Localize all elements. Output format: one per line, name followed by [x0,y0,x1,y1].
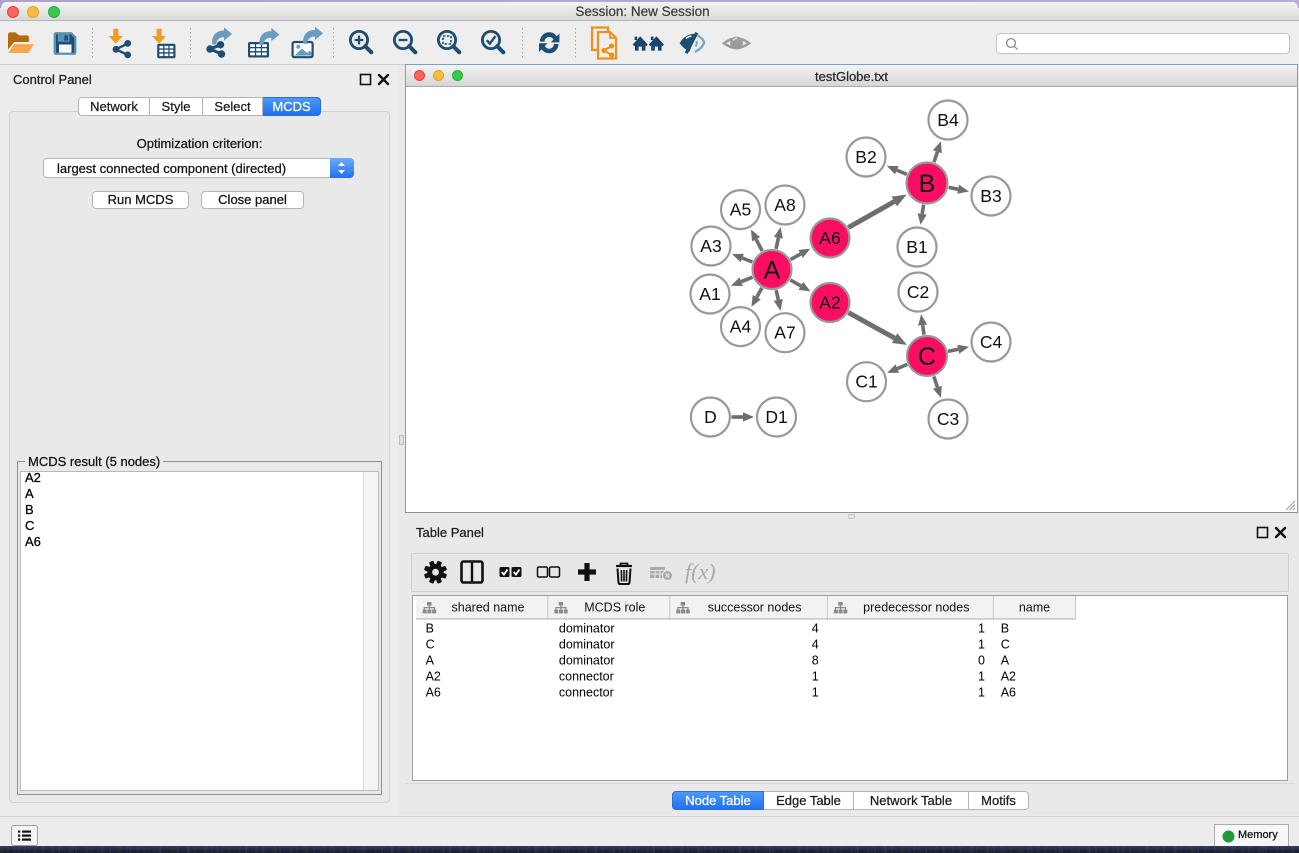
svg-text:C4: C4 [980,332,1003,352]
svg-text:A2: A2 [1001,670,1016,684]
svg-text:A: A [426,654,435,668]
svg-text:1: 1 [978,686,985,700]
svg-text:0: 0 [978,654,985,668]
svg-text:C3: C3 [937,409,959,429]
svg-text:1: 1 [978,622,985,636]
svg-text:1: 1 [812,670,819,684]
svg-text:name: name [1019,601,1050,615]
svg-text:1: 1 [978,638,985,652]
svg-text:4: 4 [812,622,819,636]
svg-text:predecessor nodes: predecessor nodes [863,601,969,615]
svg-text:A1: A1 [699,284,720,304]
svg-text:C2: C2 [907,282,929,302]
svg-text:8: 8 [812,654,819,668]
svg-text:C1: C1 [855,372,877,392]
svg-text:B: B [1001,622,1009,636]
svg-text:B1: B1 [906,237,927,257]
svg-text:dominator: dominator [559,622,615,636]
svg-text:C: C [918,343,936,371]
svg-text:connector: connector [559,670,614,684]
svg-text:B4: B4 [937,110,959,130]
svg-text:dominator: dominator [559,638,615,652]
svg-text:shared name: shared name [452,601,525,615]
svg-text:B: B [426,622,434,636]
svg-text:A2: A2 [819,293,840,313]
svg-text:A6: A6 [1001,686,1016,700]
svg-text:A: A [764,257,781,285]
svg-text:A: A [1001,654,1010,668]
svg-text:C: C [1001,638,1010,652]
svg-text:successor nodes: successor nodes [708,601,802,615]
svg-text:C: C [426,638,435,652]
svg-text:D1: D1 [765,407,787,427]
svg-text:B2: B2 [855,147,876,167]
svg-text:A3: A3 [700,236,721,256]
svg-text:A7: A7 [774,323,795,343]
svg-text:connector: connector [559,686,614,700]
svg-text:A8: A8 [774,195,795,215]
svg-text:A5: A5 [730,200,751,220]
svg-text:MCDS role: MCDS role [584,601,645,615]
svg-text:B: B [919,170,936,198]
svg-text:1: 1 [812,686,819,700]
svg-text:f(x): f(x) [685,559,716,584]
svg-text:dominator: dominator [559,654,615,668]
svg-text:A6: A6 [819,228,840,248]
svg-text:A6: A6 [426,686,441,700]
svg-text:D: D [704,407,717,427]
svg-text:A4: A4 [730,317,752,337]
svg-text:B3: B3 [980,186,1001,206]
svg-text:1: 1 [978,670,985,684]
svg-text:A2: A2 [426,670,441,684]
svg-text:4: 4 [812,638,819,652]
